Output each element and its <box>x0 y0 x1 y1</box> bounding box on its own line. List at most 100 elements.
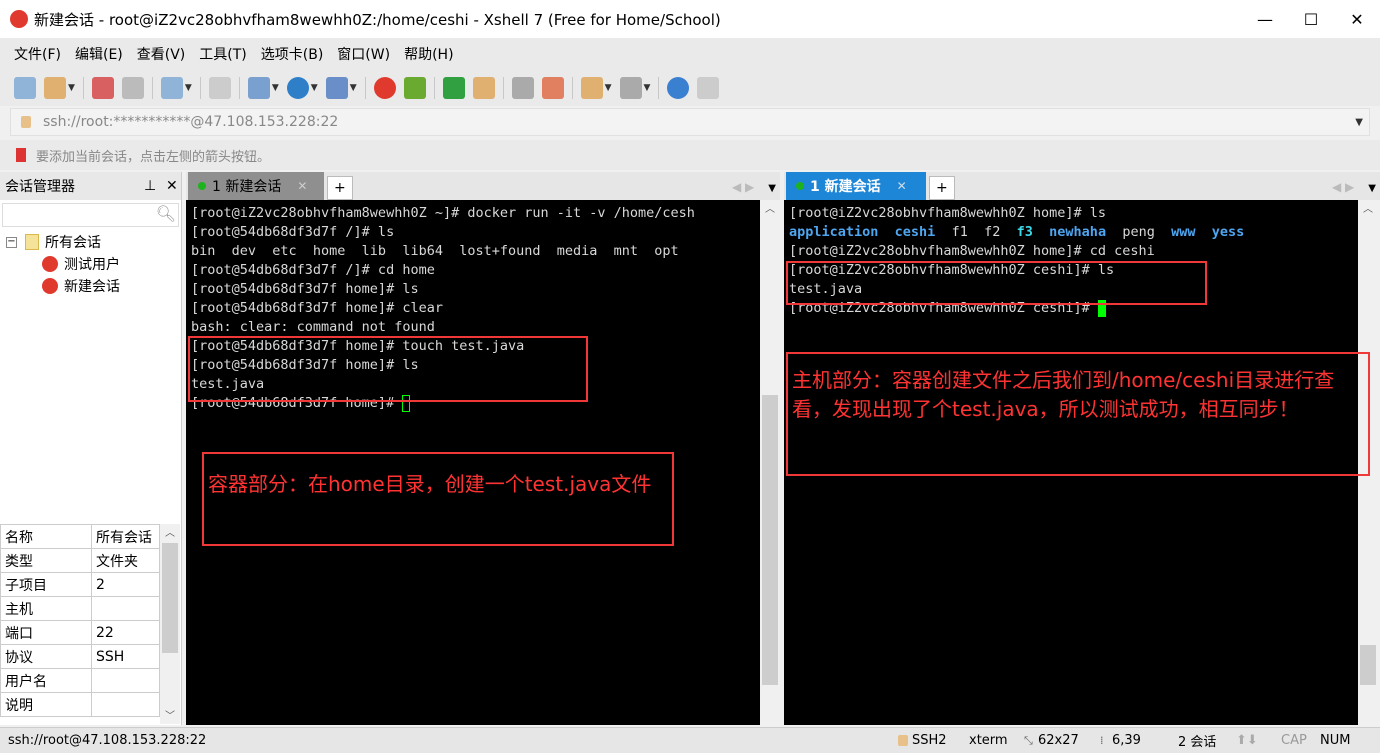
menu-bar: 文件(F) 编辑(E) 查看(V) 工具(T) 选项卡(B) 窗口(W) 帮助(… <box>0 38 1380 70</box>
lock-icon <box>898 735 908 746</box>
dropdown-arrow-icon[interactable]: ▼ <box>350 83 357 93</box>
search-icon[interactable]: 🔍︎ <box>156 204 176 223</box>
property-row[interactable]: 协议 SSH <box>0 644 160 669</box>
address-bar[interactable]: ssh://root:***********@47.108.153.228:22… <box>10 108 1370 136</box>
reconnect-icon[interactable] <box>121 77 144 99</box>
maximize-button[interactable]: ☐ <box>1288 0 1334 38</box>
tab-right-session[interactable]: 1 新建会话 ✕ <box>786 172 926 200</box>
pin-icon[interactable]: ⊥ <box>144 178 156 194</box>
tab-left-session[interactable]: 1 新建会话 ✕ <box>188 172 324 200</box>
up-down-arrows-icon[interactable]: ⬆⬇ <box>1236 733 1258 748</box>
status-protocol: SSH2 <box>912 733 947 748</box>
new-folder-icon[interactable] <box>580 77 603 99</box>
menu-file[interactable]: 文件(F) <box>14 44 61 64</box>
annotation-text: 主机部分：容器创建文件之后我们到/home/ceshi目录进行查看，发现出现了个… <box>792 368 1335 421</box>
find-icon[interactable] <box>208 77 231 99</box>
status-address: ssh://root@47.108.153.228:22 <box>8 733 207 748</box>
property-row[interactable]: 名称 所有会话 <box>0 524 160 549</box>
property-row[interactable]: 端口 22 <box>0 620 160 645</box>
left-tab-row: 1 新建会话 ✕ + ◀ ▶ ▼ <box>186 172 780 200</box>
property-row[interactable]: 主机 <box>0 596 160 621</box>
disconnect-icon[interactable] <box>91 77 114 99</box>
collapse-icon[interactable]: − <box>6 236 17 248</box>
cursor-position-icon: ⁞ <box>1100 734 1104 747</box>
property-row[interactable]: 用户名 <box>0 668 160 693</box>
property-name: 名称 <box>0 524 92 549</box>
menu-help[interactable]: 帮助(H) <box>404 44 453 64</box>
menu-edit[interactable]: 编辑(E) <box>75 44 123 64</box>
left-terminal-scrollbar[interactable]: ︿ <box>760 200 780 725</box>
highlight-icon[interactable] <box>541 77 564 99</box>
minimize-button[interactable]: — <box>1242 0 1288 38</box>
terminal-line: [root@54db68df3d7f home]# clear <box>191 300 443 316</box>
xshell-logo-icon <box>10 10 28 28</box>
layout-icon[interactable] <box>619 77 642 99</box>
window-title: 新建会话 - root@iZ2vc28obhvfham8wewhh0Z:/hom… <box>34 10 721 29</box>
folder-icon <box>25 234 39 250</box>
tab-close-icon[interactable]: ✕ <box>297 179 307 193</box>
tab-list-dropdown-icon[interactable]: ▼ <box>1368 183 1376 194</box>
close-panel-icon[interactable]: ✕ <box>166 178 178 194</box>
close-button[interactable]: ✕ <box>1334 0 1380 38</box>
property-name: 端口 <box>0 620 92 645</box>
properties-icon[interactable] <box>160 77 183 99</box>
properties-scrollbar[interactable]: ︿ ﹀ <box>160 524 180 724</box>
new-session-icon[interactable] <box>14 77 36 99</box>
menu-tools[interactable]: 工具(T) <box>199 44 246 64</box>
transfer-icon[interactable] <box>247 77 270 99</box>
hint-text: 要添加当前会话，点击左侧的箭头按钮。 <box>36 149 271 165</box>
property-value: 2 <box>91 572 160 597</box>
session-manager: 会话管理器 ⊥ ✕ 🔍︎ − 所有会话 测试用户 新建会话 名称 所有会话 类型 文件… <box>0 172 182 725</box>
lock-icon[interactable] <box>472 77 495 99</box>
ls-entry: f1 <box>951 224 968 240</box>
toolbar-divider <box>238 77 240 99</box>
tree-item-session[interactable]: 新建会话 <box>6 275 181 297</box>
menu-tabs[interactable]: 选项卡(B) <box>261 44 324 64</box>
property-row[interactable]: 子项目 2 <box>0 572 160 597</box>
dropdown-arrow-icon[interactable]: ▼ <box>311 83 318 93</box>
new-tab-button[interactable]: + <box>327 176 353 200</box>
left-terminal-pane: 1 新建会话 ✕ + ◀ ▶ ▼ [root@iZ2vc28obhvfham8w… <box>186 172 780 725</box>
session-hint-bar: 要添加当前会话，点击左侧的箭头按钮。 <box>0 140 1380 170</box>
dropdown-arrow-icon[interactable]: ▼ <box>185 83 192 93</box>
tab-scroll-arrows-icon[interactable]: ◀ ▶ <box>1332 180 1354 194</box>
new-tab-button[interactable]: + <box>929 176 955 200</box>
menu-window[interactable]: 窗口(W) <box>337 44 390 64</box>
dropdown-arrow-icon[interactable]: ▼ <box>68 83 75 93</box>
keyboard-icon[interactable] <box>511 77 534 99</box>
tree-item-all-sessions[interactable]: − 所有会话 <box>6 231 181 253</box>
menu-view[interactable]: 查看(V) <box>137 44 186 64</box>
session-search-input[interactable]: 🔍︎ <box>2 203 179 227</box>
xftp-icon[interactable] <box>403 77 426 99</box>
toolbar-divider <box>502 77 504 99</box>
address-dropdown-icon[interactable]: ▼ <box>1355 117 1363 128</box>
globe-icon[interactable] <box>286 77 309 99</box>
terminal-line: bash: clear: command not found <box>191 319 435 335</box>
status-cursor: 6,39 <box>1112 733 1141 748</box>
property-value <box>91 668 160 693</box>
ls-entry: f2 <box>984 224 1001 240</box>
help-icon[interactable] <box>667 77 690 99</box>
dropdown-arrow-icon[interactable]: ▼ <box>644 83 651 93</box>
tab-scroll-arrows-icon[interactable]: ◀ ▶ <box>732 180 754 194</box>
tab-list-dropdown-icon[interactable]: ▼ <box>768 183 776 194</box>
dropdown-arrow-icon[interactable]: ▼ <box>272 83 279 93</box>
bookmark-arrow-icon[interactable] <box>16 148 26 162</box>
xshell-icon[interactable] <box>373 77 396 99</box>
open-folder-icon[interactable] <box>44 77 66 99</box>
property-row[interactable]: 类型 文件夹 <box>0 548 160 573</box>
fullscreen-icon[interactable] <box>442 77 465 99</box>
chat-icon[interactable] <box>697 77 720 99</box>
terminal-line: [root@54db68df3d7f /]# cd home <box>191 262 435 278</box>
terminal-line: [root@iZ2vc28obhvfham8wewhh0Z home]# ls <box>789 205 1106 221</box>
status-cap: CAP <box>1281 733 1307 748</box>
dropdown-arrow-icon[interactable]: ▼ <box>605 83 612 93</box>
font-icon[interactable] <box>325 77 348 99</box>
property-row[interactable]: 说明 <box>0 692 160 717</box>
property-name: 协议 <box>0 644 92 669</box>
address-text: ssh://root:***********@47.108.153.228:22 <box>43 114 339 130</box>
tab-close-icon[interactable]: ✕ <box>897 179 907 193</box>
tree-item-session[interactable]: 测试用户 <box>6 253 181 275</box>
connected-icon <box>198 182 206 190</box>
ls-entry: www <box>1171 224 1196 240</box>
